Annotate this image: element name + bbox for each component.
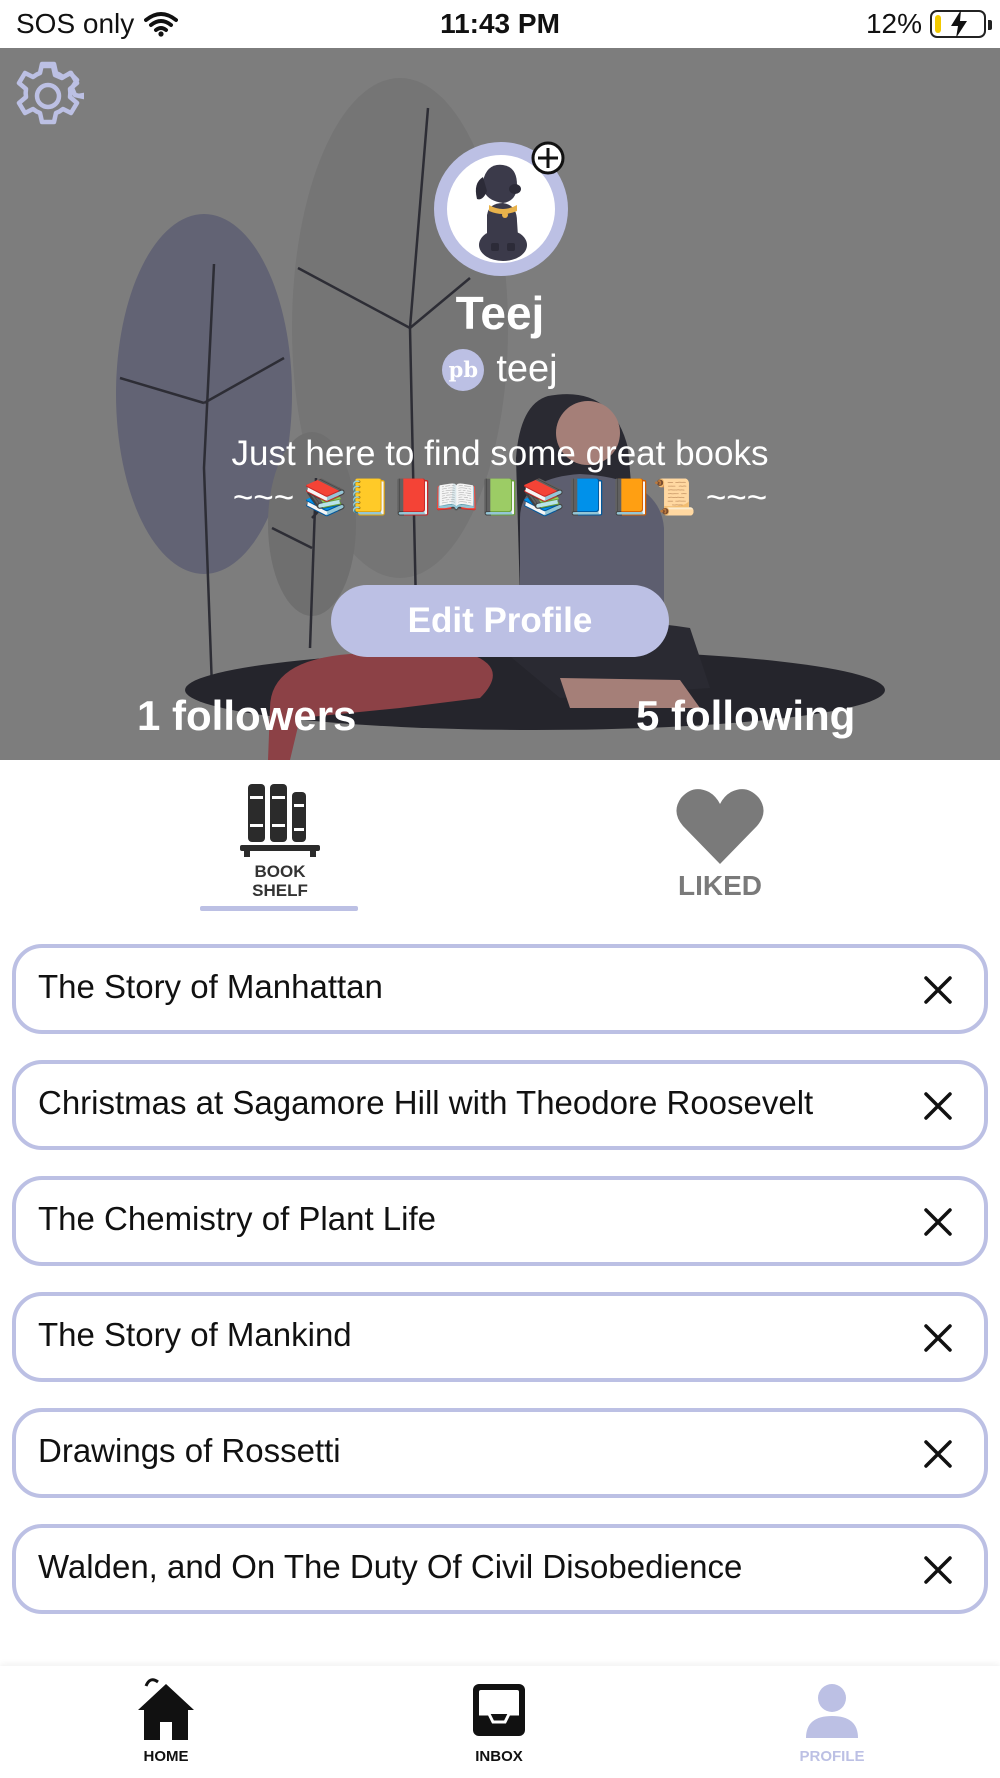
- username-handle: teej: [496, 348, 558, 390]
- book-item[interactable]: The Chemistry of Plant Life: [12, 1176, 988, 1266]
- close-icon[interactable]: [918, 1550, 958, 1590]
- tab-liked[interactable]: LIKED: [640, 778, 800, 912]
- close-icon[interactable]: [918, 1086, 958, 1126]
- nav-home[interactable]: HOME: [106, 1676, 226, 1776]
- inbox-icon: [473, 1684, 525, 1736]
- close-icon[interactable]: [918, 1202, 958, 1242]
- tab-bookshelf-label-2: SHELF: [252, 881, 308, 900]
- tab-liked-label: LIKED: [678, 870, 762, 901]
- nav-inbox-label: INBOX: [475, 1748, 523, 1765]
- followers-count[interactable]: 1 followers: [137, 692, 356, 740]
- charging-bolt-icon: [951, 10, 967, 38]
- tab-bookshelf-label-1: BOOK: [254, 862, 306, 881]
- display-name: Teej: [455, 287, 545, 339]
- profile-header: Teej pb teej Just here to find some grea…: [0, 48, 1000, 760]
- close-icon[interactable]: [918, 970, 958, 1010]
- book-title: The Story of Mankind: [38, 1316, 352, 1353]
- book-title: Drawings of Rossetti: [38, 1432, 341, 1469]
- book-item[interactable]: The Story of Mankind: [12, 1292, 988, 1382]
- status-bar: SOS only 11:43 PM 12%: [0, 0, 1000, 48]
- active-tab-indicator: [200, 906, 358, 911]
- book-title: Christmas at Sagamore Hill with Theodore…: [38, 1084, 814, 1121]
- edit-profile-button[interactable]: Edit Profile: [331, 585, 669, 657]
- book-item[interactable]: Christmas at Sagamore Hill with Theodore…: [12, 1060, 988, 1150]
- close-icon[interactable]: [918, 1434, 958, 1474]
- book-item[interactable]: The Story of Manhattan: [12, 944, 988, 1034]
- book-title: Walden, and On The Duty Of Civil Disobed…: [38, 1548, 743, 1585]
- following-count[interactable]: 5 following: [636, 692, 855, 740]
- book-item[interactable]: Drawings of Rossetti: [12, 1408, 988, 1498]
- battery-percent: 12%: [865, 8, 922, 39]
- bio-line-1: Just here to find some great books: [231, 434, 769, 473]
- person-icon: [806, 1684, 858, 1738]
- pb-badge-icon: pb: [442, 348, 485, 391]
- nav-profile[interactable]: PROFILE: [772, 1676, 892, 1776]
- clock: 11:43 PM: [440, 8, 560, 39]
- bio-line-2: ~~~ 📚📒📕📖📗📚📘📙📜 ~~~: [232, 478, 768, 517]
- tab-bookshelf[interactable]: BOOK SHELF: [200, 778, 360, 912]
- heart-icon: [676, 789, 764, 864]
- handle-row: pb teej: [0, 348, 1000, 391]
- book-title: The Story of Manhattan: [38, 968, 383, 1005]
- nav-home-label: HOME: [143, 1748, 189, 1765]
- nav-inbox[interactable]: INBOX: [439, 1676, 559, 1776]
- add-photo-icon[interactable]: [530, 140, 566, 176]
- bio: Just here to find some great books ~~~ 📚…: [0, 432, 1000, 520]
- battery-level-fill: [935, 15, 941, 33]
- home-icon: [138, 1678, 194, 1740]
- book-title: The Chemistry of Plant Life: [38, 1200, 436, 1237]
- bookshelf-icon: [240, 784, 320, 857]
- book-item[interactable]: Walden, and On The Duty Of Civil Disobed…: [12, 1524, 988, 1614]
- battery-charging-icon: [930, 10, 992, 38]
- close-icon[interactable]: [918, 1318, 958, 1358]
- nav-profile-label: PROFILE: [799, 1748, 865, 1765]
- bottom-nav: HOME INBOX PROFILE: [0, 1666, 1000, 1778]
- battery-area: 12%: [865, 8, 992, 40]
- settings-gear-icon[interactable]: [12, 60, 84, 132]
